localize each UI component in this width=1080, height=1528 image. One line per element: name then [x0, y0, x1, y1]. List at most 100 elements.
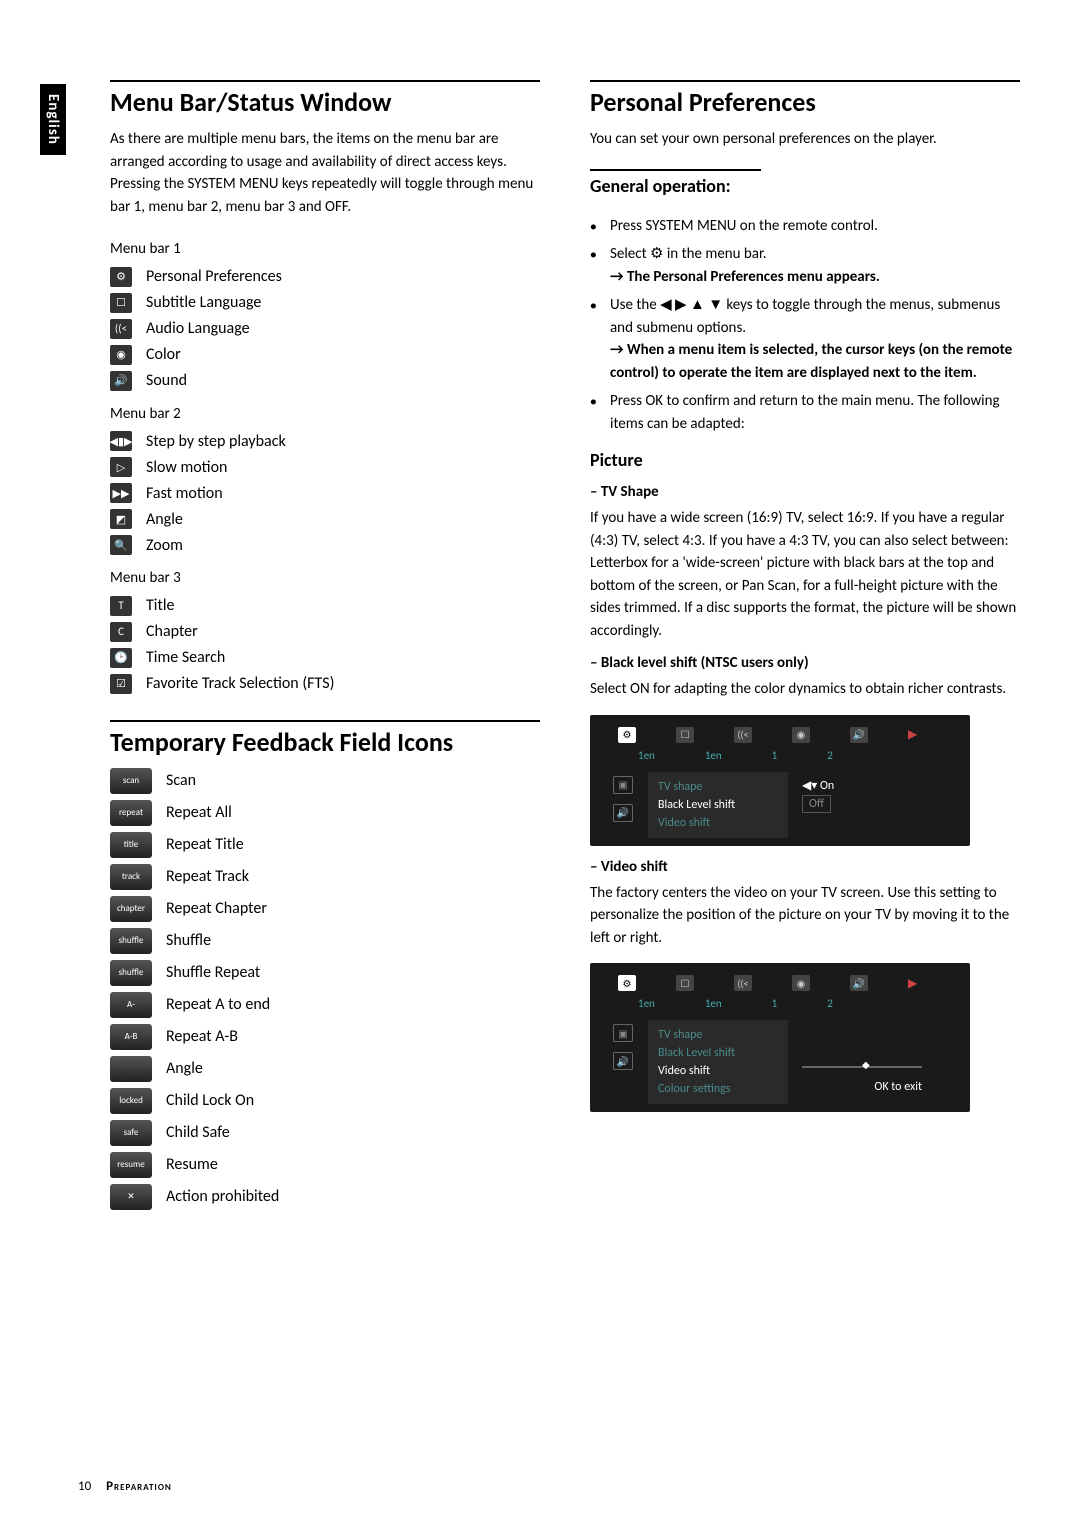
item-label: Repeat Track: [166, 867, 249, 886]
osd-values: ◀▾ On Off: [788, 772, 848, 838]
op-step: Press SYSTEM MENU on the remote control.: [590, 215, 1020, 238]
op-step: Use the ◀ ▶ ▲ ▼ keys to toggle through t…: [590, 294, 1020, 384]
angle-icon: ◩: [110, 509, 132, 529]
shuffle-repeat-icon: shuffle: [110, 960, 152, 986]
menu-item-selected: Black Level shift: [658, 796, 778, 814]
tvshape-text: If you have a wide screen (16:9) TV, sel…: [590, 507, 1020, 642]
prefs-icon: ⚙: [110, 267, 132, 287]
menu-item-selected: Video shift: [658, 1062, 778, 1080]
menubar2-list: ◀▮▶ Step by step playback ▷ Slow motion ▶▶…: [110, 431, 540, 555]
time-icon: 🕑: [110, 648, 132, 668]
menubar3-list: TTitle CChapter 🕑Time Search ☑Favorite T…: [110, 596, 540, 694]
sub-label: 1en: [638, 997, 655, 1010]
item-label: Slow motion: [146, 458, 227, 477]
zoom-icon: 🔍: [110, 535, 132, 555]
item-label: Audio Language: [146, 319, 250, 338]
menubar2-label: Menu bar 2: [110, 403, 540, 426]
item-label: Repeat A-B: [166, 1027, 238, 1046]
heading-feedback: Temporary Feedback Field Icons: [110, 720, 540, 758]
subtitle-icon: ☐: [110, 293, 132, 313]
sub-label: 1: [772, 749, 778, 762]
side-icon: ▣: [613, 1024, 633, 1042]
tab-icon: ((<: [734, 727, 752, 743]
slow-icon: ▷: [110, 457, 132, 477]
blacklevel-text: Select ON for adapting the color dynamic…: [590, 678, 1020, 701]
section-name: Preparation: [106, 1479, 172, 1494]
osd-menu: TV shape Black Level shift Video shift C…: [648, 1020, 788, 1104]
shuffle-icon: shuffle: [110, 928, 152, 954]
substep: → The Personal Preferences menu appears.: [610, 268, 880, 286]
tab-icon: ((<: [734, 975, 752, 991]
item-label: Subtitle Language: [146, 293, 261, 312]
item-label: Shuffle Repeat: [166, 963, 260, 982]
general-op-list: Press SYSTEM MENU on the remote control.…: [590, 215, 1020, 436]
item-label: Repeat Title: [166, 835, 244, 854]
item-label: Action prohibited: [166, 1187, 279, 1206]
item-label: Repeat Chapter: [166, 899, 267, 918]
page-number: 10: [78, 1479, 91, 1494]
footer: 10 Preparation: [78, 1479, 172, 1494]
left-column: Menu Bar/Status Window As there are mult…: [110, 80, 540, 1216]
repeat-a-icon: A-: [110, 992, 152, 1018]
item-label: Title: [146, 596, 174, 615]
side-icon: 🔊: [613, 1052, 633, 1070]
menu-item: TV shape: [658, 1026, 778, 1044]
item-label: Time Search: [146, 648, 225, 667]
tab-icon: ☐: [676, 975, 694, 991]
sub-label: 2: [827, 749, 833, 762]
heading-menubar: Menu Bar/Status Window: [110, 80, 540, 118]
item-label: Zoom: [146, 536, 183, 555]
locked-icon: locked: [110, 1088, 152, 1114]
item-label: Sound: [146, 371, 187, 390]
step-icon: ◀▮▶: [110, 431, 132, 451]
item-label: Repeat A to end: [166, 995, 270, 1014]
prefs-intro: You can set your own personal preference…: [590, 128, 1020, 151]
arrow-right-icon: ▶: [908, 976, 917, 991]
repeat-all-icon: repeat: [110, 800, 152, 826]
tab-icon: ⚙: [618, 975, 636, 991]
heading-picture: Picture: [590, 449, 1020, 471]
scan-icon: scan: [110, 768, 152, 794]
repeat-ab-icon: A-B: [110, 1024, 152, 1050]
fast-icon: ▶▶: [110, 483, 132, 503]
sub-label: 1en: [638, 749, 655, 762]
tab-icon: ☐: [676, 727, 694, 743]
osd-menu: TV shape Black Level shift Video shift: [648, 772, 788, 838]
menu-item: Colour settings: [658, 1080, 778, 1098]
menubar1-list: ⚙Personal Preferences ☐Subtitle Language…: [110, 267, 540, 391]
sub-label: 1en: [705, 997, 722, 1010]
item-label: Color: [146, 345, 181, 364]
chapter-icon: C: [110, 622, 132, 642]
item-label: Step by step playback: [146, 432, 286, 451]
item-label: Fast motion: [146, 484, 223, 503]
color-icon: ◉: [110, 345, 132, 365]
heading-prefs: Personal Preferences: [590, 80, 1020, 118]
heading-blacklevel: – Black level shift (NTSC users only): [590, 654, 1020, 672]
item-label: Angle: [146, 510, 183, 529]
fts-icon: ☑: [110, 674, 132, 694]
sound-icon: 🔊: [110, 371, 132, 391]
side-icon: ▣: [613, 776, 633, 794]
menu-item: Video shift: [658, 814, 778, 832]
osd-screenshot-blacklevel: ⚙ ☐ ((< ◉ 🔊 ▶ 1en 1en 1 2 ▣ 🔊 TV shape: [590, 715, 970, 846]
side-icon: 🔊: [613, 804, 633, 822]
resume-icon: resume: [110, 1152, 152, 1178]
sub-label: 1: [772, 997, 778, 1010]
repeat-title-icon: title: [110, 832, 152, 858]
item-label: Repeat All: [166, 803, 232, 822]
arrow-icon: ◀▾: [802, 779, 817, 793]
item-label: Shuffle: [166, 931, 211, 950]
item-label: Angle: [166, 1059, 203, 1078]
item-label: Resume: [166, 1155, 218, 1174]
item-label: Child Lock On: [166, 1091, 254, 1110]
menubar1-label: Menu bar 1: [110, 238, 540, 261]
intro-text: As there are multiple menu bars, the ite…: [110, 128, 540, 218]
audio-icon: ((<: [110, 319, 132, 339]
op-step: Select ⚙ in the menu bar. → The Personal…: [590, 243, 1020, 288]
op-step: Press OK to confirm and return to the ma…: [590, 390, 1020, 435]
feedback-list: scanScan repeatRepeat All titleRepeat Ti…: [110, 768, 540, 1210]
osd-screenshot-videoshift: ⚙ ☐ ((< ◉ 🔊 ▶ 1en 1en 1 2 ▣ 🔊 TV shape: [590, 963, 970, 1112]
tab-icon: ◉: [792, 975, 810, 991]
slider-icon: [802, 1066, 922, 1068]
item-label: Chapter: [146, 622, 198, 641]
